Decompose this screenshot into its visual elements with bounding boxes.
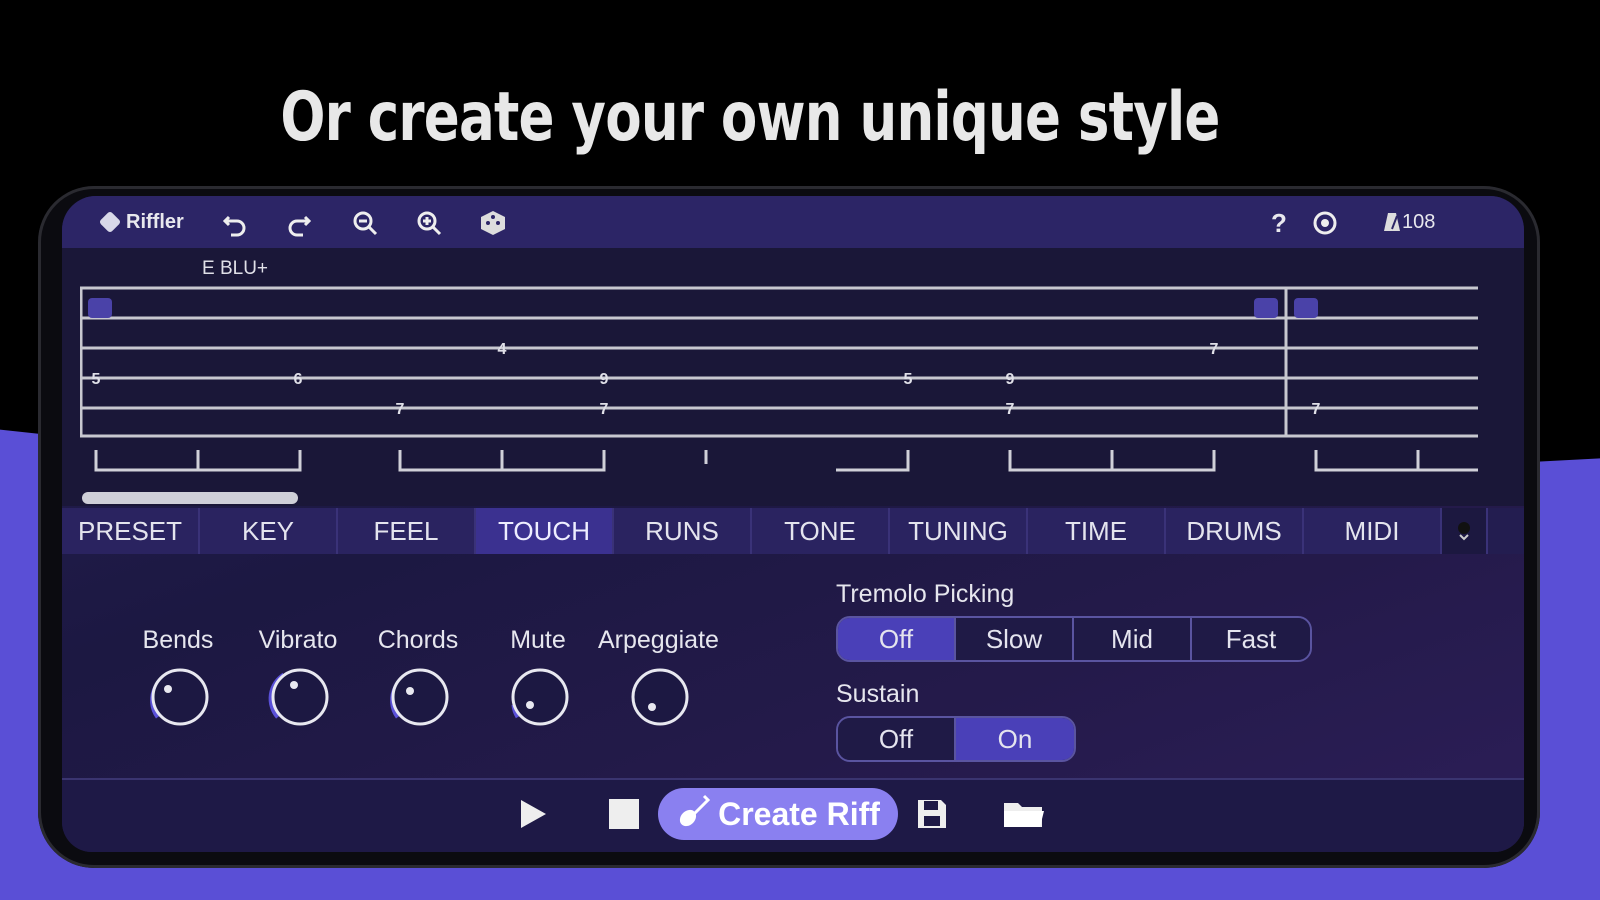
tab-note: 9: [600, 371, 609, 388]
tab-editor[interactable]: E BLU+ 4 5 6 7 9 7 5 9 7 7 7: [62, 248, 1524, 506]
mute-knob[interactable]: [506, 665, 570, 729]
tab-runs[interactable]: RUNS: [614, 508, 752, 554]
category-tabs: PRESET KEY FEEL TOUCH RUNS TONE TUNING T…: [62, 508, 1524, 554]
save-icon[interactable]: [912, 794, 952, 834]
chevron-down-icon: [1458, 522, 1470, 541]
settings-icon[interactable]: [1308, 206, 1342, 240]
knob-bends[interactable]: Bends: [118, 626, 238, 729]
redo-icon[interactable]: [282, 206, 316, 240]
zoom-out-icon[interactable]: [348, 206, 382, 240]
tab-staff[interactable]: 4 5 6 7 9 7 5 9 7 7 7: [80, 286, 1480, 438]
knob-mute[interactable]: Mute: [478, 626, 598, 729]
tab-midi[interactable]: MIDI: [1304, 508, 1442, 554]
more-tabs-button[interactable]: [1442, 508, 1488, 554]
guitar-icon: [676, 794, 711, 835]
tab-time[interactable]: TIME: [1028, 508, 1166, 554]
tremolo-fast-option[interactable]: Fast: [1192, 618, 1310, 660]
create-riff-label: Create Riff: [718, 795, 880, 832]
tab-preset[interactable]: PRESET: [62, 508, 200, 554]
logo-icon: [98, 210, 122, 234]
tab-note: 7: [1006, 401, 1015, 418]
help-icon[interactable]: ?: [1262, 206, 1296, 240]
touch-panel: Bends Vibrato Chords Mute Arpeggiate Tre…: [62, 554, 1524, 776]
tremolo-off-option[interactable]: Off: [838, 618, 956, 660]
headline: Or create your own unique style: [280, 78, 1220, 157]
tab-tuning[interactable]: TUNING: [890, 508, 1028, 554]
tab-feel[interactable]: FEEL: [338, 508, 476, 554]
tab-note: 4: [498, 341, 507, 358]
folder-icon[interactable]: [1000, 794, 1048, 834]
tab-note: 7: [600, 401, 609, 418]
tab-note: 7: [1312, 401, 1321, 418]
arpeggiate-knob[interactable]: [626, 665, 690, 729]
dice-icon[interactable]: [476, 206, 510, 240]
metronome-icon: [1384, 213, 1400, 231]
app-name: Riffler: [126, 210, 184, 233]
vibrato-knob[interactable]: [266, 665, 330, 729]
tab-note: 5: [92, 371, 101, 388]
knob-label: Chords: [377, 626, 459, 654]
knob-label: Arpeggiate: [598, 626, 719, 654]
undo-icon[interactable]: [218, 206, 252, 240]
tab-note: 6: [294, 371, 303, 388]
stop-icon[interactable]: [604, 794, 644, 834]
tab-note: 7: [396, 401, 405, 418]
tempo-display[interactable]: 108: [1382, 206, 1435, 238]
sustain-off-option[interactable]: Off: [838, 718, 956, 760]
zoom-in-icon[interactable]: [412, 206, 446, 240]
play-icon[interactable]: [512, 794, 552, 834]
tab-touch[interactable]: TOUCH: [476, 508, 614, 554]
knob-chords[interactable]: Chords: [358, 626, 478, 729]
bends-knob[interactable]: [146, 665, 210, 729]
tremolo-slow-option[interactable]: Slow: [956, 618, 1074, 660]
tab-drums[interactable]: DRUMS: [1166, 508, 1304, 554]
knob-vibrato[interactable]: Vibrato: [238, 626, 358, 729]
tremolo-mid-option[interactable]: Mid: [1074, 618, 1192, 660]
tuning-label: E BLU+: [202, 258, 269, 279]
app-logo[interactable]: Riffler: [98, 206, 184, 238]
tremolo-label: Tremolo Picking: [836, 580, 1015, 608]
knob-label: Vibrato: [258, 626, 338, 654]
sustain-segmented-control: Off On: [836, 716, 1076, 762]
tempo-value: 108: [1402, 210, 1436, 233]
knob-label: Mute: [510, 626, 566, 654]
sustain-on-option[interactable]: On: [956, 718, 1074, 760]
bottom-bar: Create Riff: [62, 778, 1524, 852]
knob-label: Bends: [142, 626, 214, 654]
tab-tone[interactable]: TONE: [752, 508, 890, 554]
rhythm-beams: [94, 450, 1478, 472]
create-riff-button[interactable]: Create Riff: [658, 788, 898, 840]
knob-arpeggiate[interactable]: Arpeggiate: [598, 626, 719, 729]
chords-knob[interactable]: [386, 665, 450, 729]
tab-key[interactable]: KEY: [200, 508, 338, 554]
app-screen: Riffler ? 108 E BLU+ 4 5 6 7 9 7 5 9 7 7…: [62, 196, 1524, 852]
toolbar: Riffler ? 108: [62, 196, 1524, 248]
tab-note: 7: [1210, 341, 1219, 358]
tab-note: 5: [904, 371, 913, 388]
tremolo-segmented-control: Off Slow Mid Fast: [836, 616, 1312, 662]
sustain-label: Sustain: [836, 680, 920, 708]
horizontal-scrollbar[interactable]: [82, 492, 298, 504]
tab-note: 9: [1006, 371, 1015, 388]
